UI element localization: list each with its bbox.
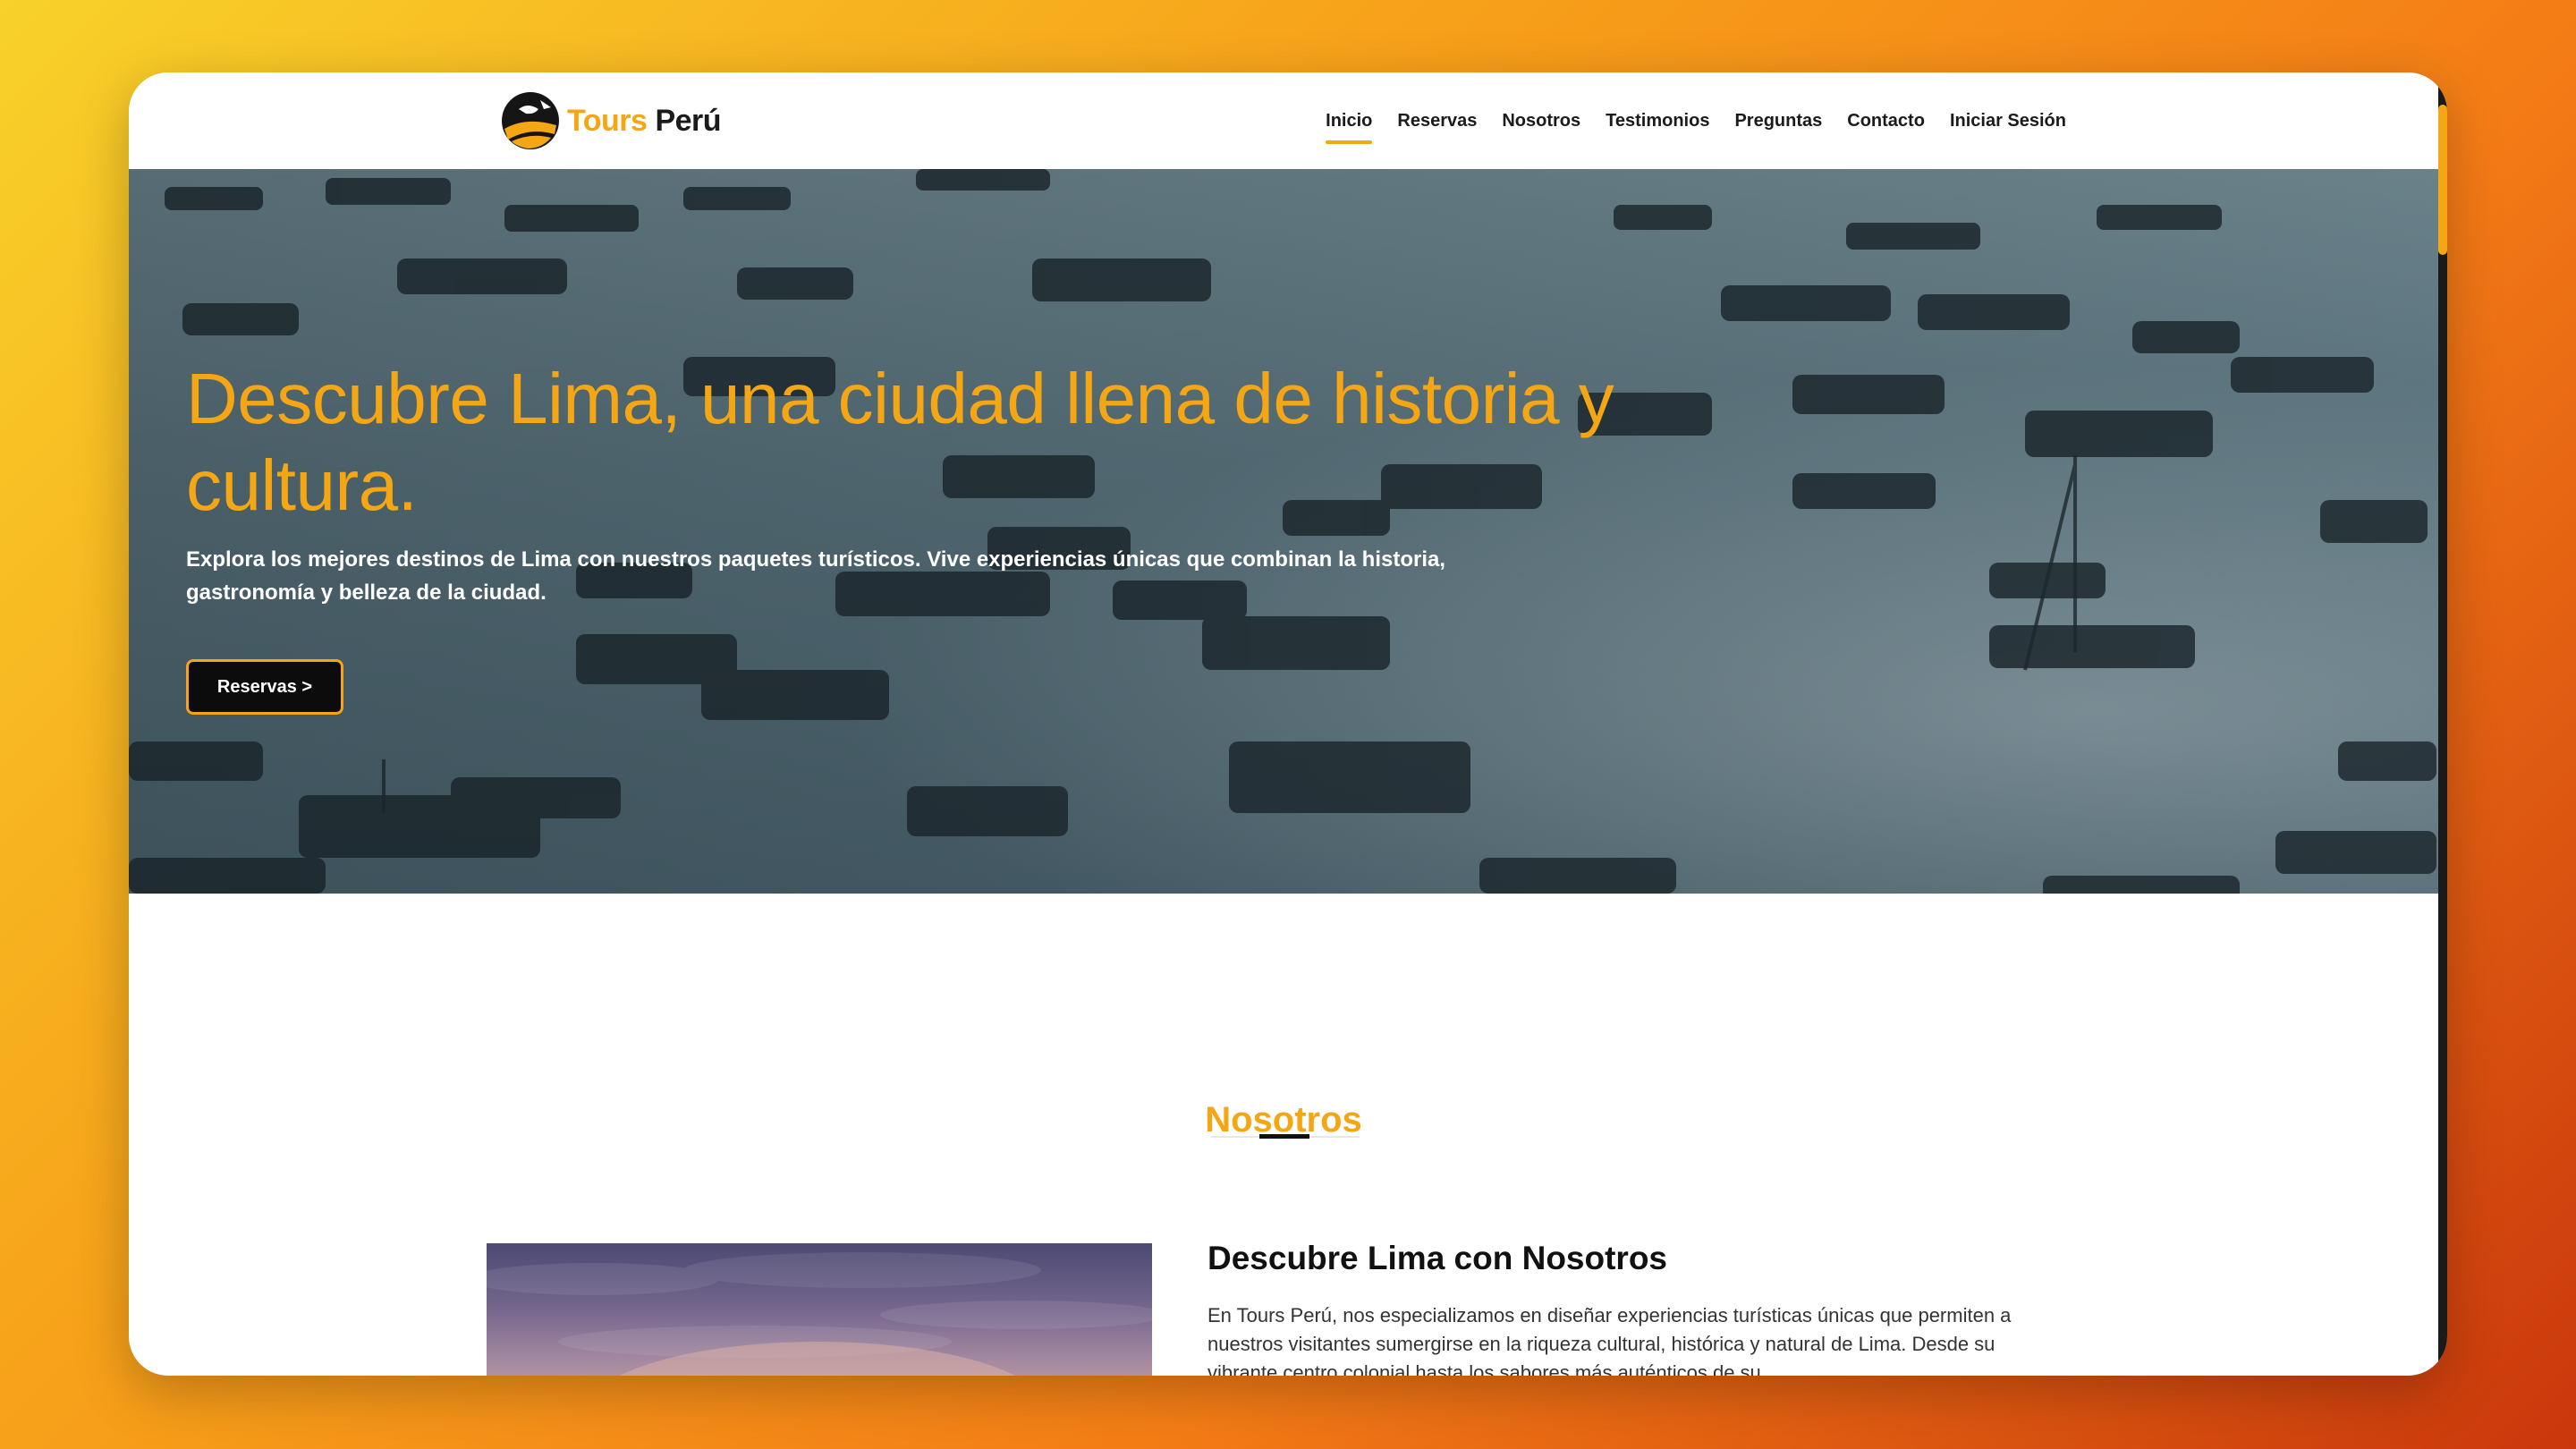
hero-overlay — [129, 169, 2438, 894]
nav-item-testimonios[interactable]: Testimonios — [1606, 107, 1709, 135]
nav-item-reservas[interactable]: Reservas — [1397, 107, 1477, 135]
sunset-clouds-image — [487, 1252, 1152, 1376]
page-scrollbar[interactable] — [2438, 72, 2447, 1376]
nav-item-inicio[interactable]: Inicio — [1326, 107, 1373, 144]
about-image-lima-sunset — [487, 1243, 1152, 1376]
hero-subtitle: Explora los mejores destinos de Lima con… — [186, 547, 1446, 605]
nav-item-nosotros[interactable]: Nosotros — [1502, 107, 1580, 135]
nav-item-preguntas[interactable]: Preguntas — [1734, 107, 1822, 135]
nav-item-contacto[interactable]: Contacto — [1847, 107, 1925, 135]
logo-text-part1: Tours — [567, 103, 648, 138]
logo-text-part2: Perú — [655, 103, 722, 138]
scrollbar-thumb[interactable] — [2438, 105, 2447, 255]
hero-banner: Descubre Lima, una ciudad llena de histo… — [129, 169, 2438, 894]
about-description: En Tours Perú, nos especializamos en dis… — [1208, 1304, 2012, 1376]
logo-wordmark: Tours Perú — [567, 103, 722, 139]
section-divider-accent — [1259, 1134, 1309, 1139]
nav-item-iniciar-sesion[interactable]: Iniciar Sesión — [1950, 107, 2066, 135]
reservas-button[interactable]: Reservas > — [186, 659, 343, 715]
browser-window: Tours Perú Inicio Reservas Nosotros Testi… — [129, 72, 2447, 1376]
main-nav: Inicio Reservas Nosotros Testimonios Pre… — [1301, 72, 2066, 169]
hero-title: Descubre Lima, una ciudad llena de histo… — [186, 359, 1614, 525]
site-header: Tours Perú Inicio Reservas Nosotros Testi… — [129, 72, 2438, 169]
tours-peru-logo-icon — [502, 92, 559, 149]
site-logo[interactable]: Tours Perú — [499, 89, 722, 153]
about-heading: Descubre Lima con Nosotros — [1208, 1240, 1668, 1276]
